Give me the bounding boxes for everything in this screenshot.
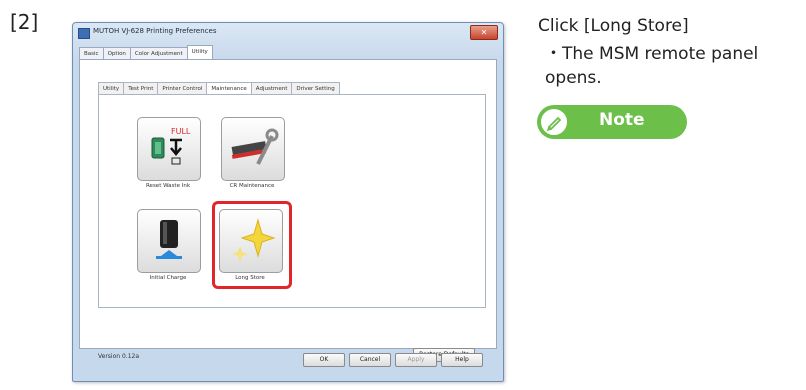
initial-charge-button[interactable] bbox=[137, 209, 201, 273]
waste-ink-icon: FULL bbox=[151, 127, 191, 165]
svg-text:FULL: FULL bbox=[171, 127, 191, 136]
cr-maintenance-button[interactable] bbox=[221, 117, 285, 181]
version-text: Version 0.12a bbox=[98, 353, 140, 360]
close-button[interactable]: ✕ bbox=[470, 25, 498, 40]
step-number: [2] bbox=[10, 10, 39, 34]
reset-waste-ink-button[interactable]: FULL bbox=[137, 117, 201, 181]
ink-bottle-icon bbox=[156, 220, 182, 259]
help-button[interactable]: Help bbox=[441, 353, 483, 367]
reset-waste-ink-label: Reset Waste Ink bbox=[145, 183, 191, 189]
cr-maintenance-label: CR Maintenance bbox=[229, 183, 275, 189]
cancel-button[interactable]: Cancel bbox=[349, 353, 391, 367]
note-badge: Note bbox=[537, 105, 687, 139]
title-bar: MUTOH VJ-628 Printing Preferences ✕ bbox=[73, 23, 503, 43]
note-label: Note bbox=[599, 110, 645, 130]
apply-button[interactable]: Apply bbox=[395, 353, 437, 367]
initial-charge-label: Initial Charge bbox=[149, 275, 187, 281]
tab-utility[interactable]: Utility bbox=[186, 45, 213, 60]
instruction-title: Click [Long Store] bbox=[538, 16, 689, 36]
wrench-icon bbox=[231, 128, 279, 165]
utility-panel: Utility Test Print Printer Control Maint… bbox=[79, 59, 497, 362]
printing-preferences-window: MUTOH VJ-628 Printing Preferences ✕ Basi… bbox=[72, 22, 504, 382]
instruction-bullet: ・The MSM remote panel opens. bbox=[545, 44, 759, 88]
pencil-icon bbox=[539, 107, 569, 137]
top-tab-bar: Basic Option Color Adjustment Utility bbox=[79, 45, 213, 60]
ok-button[interactable]: OK bbox=[303, 353, 345, 367]
maintenance-panel: FULL Reset Waste Ink CR Maintenance Init… bbox=[98, 94, 486, 308]
window-title: MUTOH VJ-628 Printing Preferences bbox=[93, 27, 217, 35]
long-store-highlight bbox=[212, 201, 292, 289]
printer-icon bbox=[78, 28, 90, 39]
